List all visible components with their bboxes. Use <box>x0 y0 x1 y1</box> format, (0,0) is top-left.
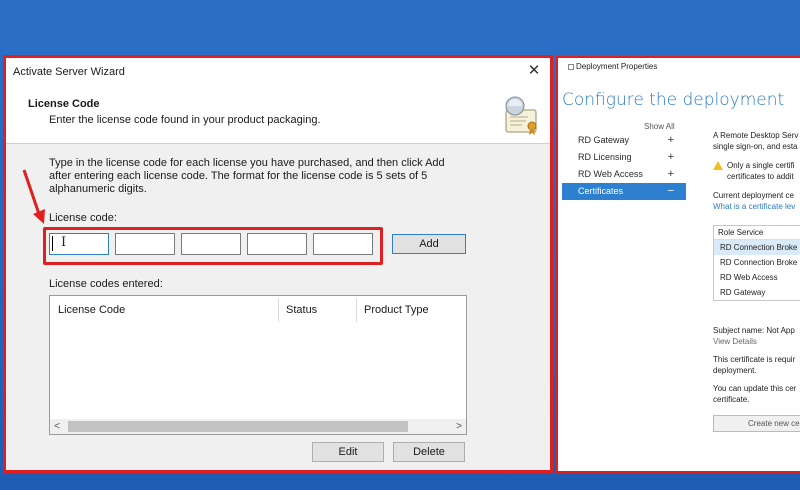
requirement-text: This certificate is requir <box>713 355 796 364</box>
warning-text: certificates to addit <box>727 172 794 181</box>
delete-button[interactable]: Delete <box>393 442 465 462</box>
intro-text: A Remote Desktop Serv <box>713 131 799 140</box>
license-code-field-5[interactable] <box>313 233 373 255</box>
scroll-right-icon[interactable]: > <box>452 419 466 434</box>
deployment-nav: RD Gateway + RD Licensing + RD Web Access +… <box>562 132 686 200</box>
expand-icon: + <box>667 168 674 180</box>
codes-entered-label: License codes entered: <box>49 278 163 290</box>
show-all-link[interactable]: Show All <box>644 122 675 131</box>
license-code-field-2[interactable] <box>115 233 175 255</box>
text-caret <box>52 236 53 251</box>
license-code-field-4[interactable] <box>247 233 307 255</box>
page-subtitle: Enter the license code found in your pro… <box>49 114 321 126</box>
instructions-text: Type in the license code for each licens… <box>49 157 445 195</box>
expand-icon: + <box>667 151 674 163</box>
add-button[interactable]: Add <box>392 234 466 254</box>
intro-text: single sign-on, and esta <box>713 142 798 151</box>
scrollbar-thumb[interactable] <box>68 421 408 432</box>
ibeam-cursor-icon: I <box>61 235 67 250</box>
warning-message: Only a single certifi certificates to ad… <box>713 160 800 182</box>
current-level-label: Current deployment ce <box>713 191 794 200</box>
deployment-heading: Configure the deployment <box>562 90 785 110</box>
role-row[interactable]: RD Web Access <box>714 270 800 285</box>
license-codes-list[interactable]: License Code Status Product Type < > <box>49 295 467 435</box>
warning-text: Only a single certifi <box>727 161 795 170</box>
requirement-text: deployment. <box>713 366 757 375</box>
nav-item-label: RD Web Access <box>578 169 643 179</box>
close-icon[interactable]: ✕ <box>524 61 544 81</box>
deployment-window-title-text: Deployment Properties <box>576 62 658 71</box>
license-code-field-1[interactable] <box>49 233 109 255</box>
nav-item-rd-gateway[interactable]: RD Gateway + <box>562 132 686 149</box>
certificates-pane: A Remote Desktop Serv single sign-on, an… <box>713 130 800 212</box>
wizard-header: License Code Enter the license code foun… <box>6 84 550 144</box>
license-code-field-3[interactable] <box>181 233 241 255</box>
expand-icon: + <box>667 134 674 146</box>
collapse-icon: − <box>667 185 674 197</box>
wizard-title: Activate Server Wizard <box>13 66 125 78</box>
warning-icon <box>713 161 723 170</box>
role-service-header[interactable]: Role Service <box>714 226 800 240</box>
nav-item-rd-web-access[interactable]: RD Web Access + <box>562 166 686 183</box>
certificate-icon <box>505 96 537 135</box>
window-icon <box>568 63 574 70</box>
subject-name: Subject name: Not App <box>713 326 795 335</box>
nav-item-label: Certificates <box>578 186 624 196</box>
certificate-level-link[interactable]: What is a certificate lev <box>713 201 800 212</box>
column-license-code[interactable]: License Code <box>50 296 278 324</box>
nav-item-label: RD Gateway <box>578 135 630 145</box>
deployment-properties-window: Deployment Properties Configure the depl… <box>556 56 800 473</box>
update-text: certificate. <box>713 395 750 404</box>
activate-server-wizard: Activate Server Wizard ✕ License Code En… <box>3 55 553 473</box>
create-new-certificate-button[interactable]: Create new ce <box>713 415 800 432</box>
column-status[interactable]: Status <box>278 296 356 324</box>
horizontal-scrollbar[interactable]: < > <box>50 419 466 434</box>
role-row[interactable]: RD Gateway <box>714 285 800 300</box>
role-service-table: Role Service RD Connection Broke RD Conn… <box>713 225 800 301</box>
deployment-window-title: Deployment Properties <box>568 62 657 71</box>
certificate-details: Subject name: Not App View Details This … <box>713 325 800 405</box>
role-row[interactable]: RD Connection Broke <box>714 240 800 255</box>
wizard-titlebar: Activate Server Wizard ✕ <box>6 58 550 84</box>
column-product-type[interactable]: Product Type <box>356 296 466 324</box>
role-row[interactable]: RD Connection Broke <box>714 255 800 270</box>
nav-item-label: RD Licensing <box>578 152 632 162</box>
update-text: You can update this cer <box>713 384 797 393</box>
license-code-label: License code: <box>49 212 117 224</box>
scroll-left-icon[interactable]: < <box>50 419 64 434</box>
nav-item-certificates[interactable]: Certificates − <box>562 183 686 200</box>
view-details-link[interactable]: View Details <box>713 336 800 347</box>
page-title: License Code <box>28 98 100 110</box>
edit-button[interactable]: Edit <box>312 442 384 462</box>
nav-item-rd-licensing[interactable]: RD Licensing + <box>562 149 686 166</box>
